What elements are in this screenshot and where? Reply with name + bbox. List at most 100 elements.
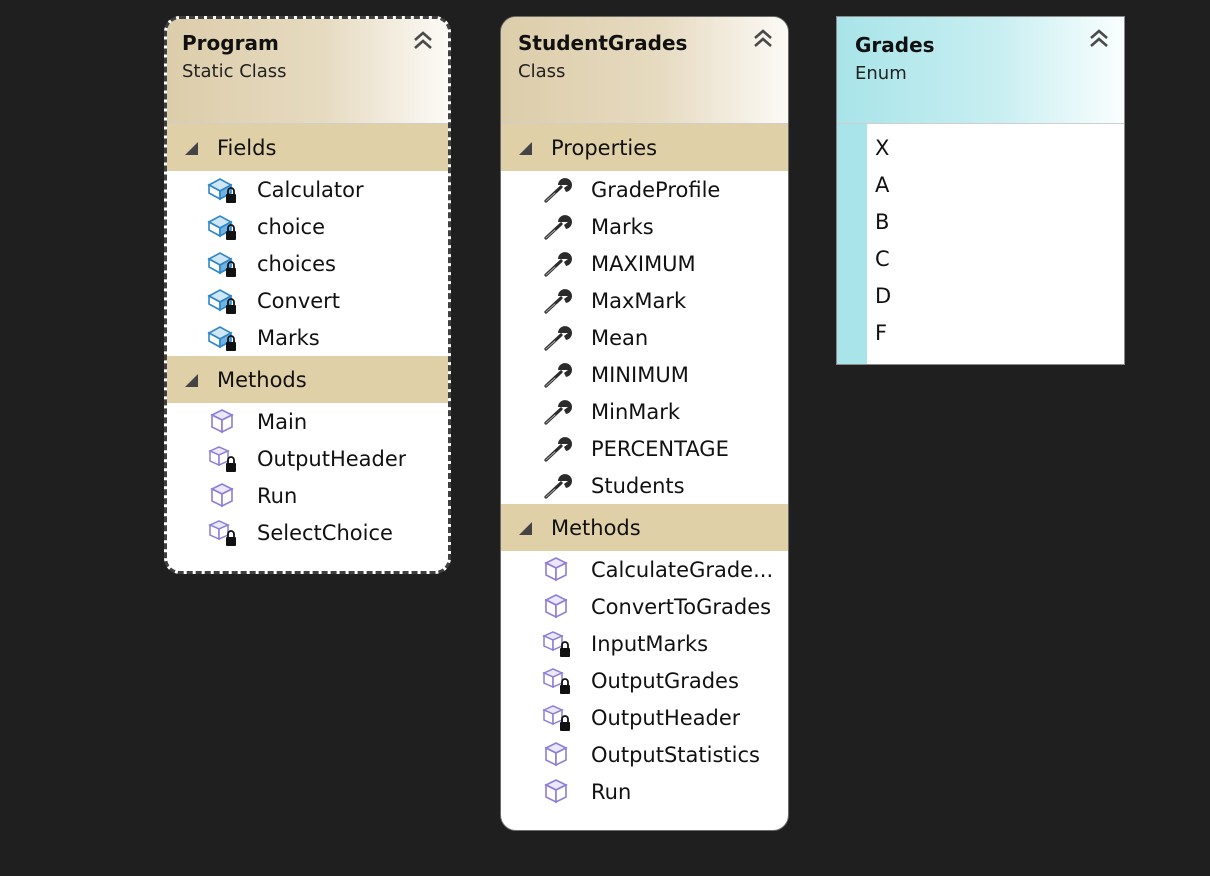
field-row[interactable]: Calculator xyxy=(167,171,448,208)
property-row[interactable]: Students xyxy=(501,467,788,504)
field-label: Convert xyxy=(257,288,341,313)
section-label: Methods xyxy=(551,515,641,540)
method-row[interactable]: ConvertToGrades xyxy=(501,588,788,625)
property-row[interactable]: Mean xyxy=(501,319,788,356)
enum-value[interactable]: A xyxy=(875,167,891,204)
enum-value[interactable]: B xyxy=(875,204,891,241)
method-row[interactable]: InputMarks xyxy=(501,625,788,662)
property-label: MaxMark xyxy=(591,288,687,313)
property-row[interactable]: GradeProfile xyxy=(501,171,788,208)
field-label: choice xyxy=(257,214,326,239)
studentgrades-subtitle: Class xyxy=(518,61,566,82)
program-subtitle: Static Class xyxy=(182,61,287,82)
method-row[interactable]: Run xyxy=(501,773,788,810)
field-label: Marks xyxy=(257,325,320,350)
program-class-shape[interactable]: Program Static Class Fields Calculator c… xyxy=(164,16,451,574)
wrench-property-icon xyxy=(541,434,575,464)
method-label: Main xyxy=(257,409,308,434)
property-row[interactable]: MinMark xyxy=(501,393,788,430)
public-method-icon xyxy=(541,592,575,622)
wrench-property-icon xyxy=(541,249,575,279)
method-label: Run xyxy=(591,779,632,804)
program-methods-section[interactable]: Methods xyxy=(167,356,448,403)
method-row[interactable]: Run xyxy=(167,477,448,514)
studentgrades-class-shape[interactable]: StudentGrades Class Properties GradeProf… xyxy=(500,16,789,831)
wrench-property-icon xyxy=(541,323,575,353)
method-label: OutputHeader xyxy=(591,705,741,730)
enum-values-list: X A B C D F xyxy=(837,124,1124,364)
enum-value[interactable]: D xyxy=(875,278,891,315)
property-row[interactable]: Marks xyxy=(501,208,788,245)
method-label: InputMarks xyxy=(591,631,709,656)
field-row[interactable]: Convert xyxy=(167,282,448,319)
wrench-property-icon xyxy=(541,286,575,316)
enum-value[interactable]: C xyxy=(875,241,891,278)
method-row[interactable]: OutputHeader xyxy=(167,440,448,477)
method-label: OutputHeader xyxy=(257,446,407,471)
private-method-icon xyxy=(541,703,575,733)
method-row[interactable]: SelectChoice xyxy=(167,514,448,551)
method-label: Run xyxy=(257,483,298,508)
studentgrades-title: StudentGrades xyxy=(518,31,688,55)
program-title: Program xyxy=(182,31,279,55)
studentgrades-properties-section[interactable]: Properties xyxy=(501,124,788,171)
field-label: Calculator xyxy=(257,177,364,202)
property-row[interactable]: MINIMUM xyxy=(501,356,788,393)
wrench-property-icon xyxy=(541,175,575,205)
wrench-property-icon xyxy=(541,360,575,390)
expand-triangle-icon[interactable] xyxy=(181,138,201,158)
method-row[interactable]: OutputHeader xyxy=(501,699,788,736)
property-label: MAXIMUM xyxy=(591,251,696,276)
grades-title: Grades xyxy=(855,33,935,57)
grades-subtitle: Enum xyxy=(855,63,907,84)
property-label: MinMark xyxy=(591,399,681,424)
property-row[interactable]: PERCENTAGE xyxy=(501,430,788,467)
field-row[interactable]: choices xyxy=(167,245,448,282)
collapse-chevron-icon[interactable] xyxy=(752,27,774,51)
property-label: Mean xyxy=(591,325,649,350)
enum-value[interactable]: X xyxy=(875,130,891,167)
field-row[interactable]: Marks xyxy=(167,319,448,356)
section-label: Fields xyxy=(217,135,277,160)
program-fields-section[interactable]: Fields xyxy=(167,124,448,171)
enum-side-strip xyxy=(837,124,867,364)
public-method-icon xyxy=(541,740,575,770)
method-row[interactable]: OutputStatistics xyxy=(501,736,788,773)
public-method-icon xyxy=(541,777,575,807)
private-field-icon xyxy=(207,323,241,353)
private-method-icon xyxy=(207,444,241,474)
expand-triangle-icon[interactable] xyxy=(515,138,535,158)
property-label: Marks xyxy=(591,214,654,239)
enum-value[interactable]: F xyxy=(875,315,891,352)
method-row[interactable]: CalculateGrade... xyxy=(501,551,788,588)
property-label: Students xyxy=(591,473,685,498)
collapse-chevron-icon[interactable] xyxy=(412,29,434,53)
private-field-icon xyxy=(207,286,241,316)
expand-triangle-icon[interactable] xyxy=(181,370,201,390)
program-header[interactable]: Program Static Class xyxy=(167,19,448,124)
property-label: MINIMUM xyxy=(591,362,689,387)
field-row[interactable]: choice xyxy=(167,208,448,245)
wrench-property-icon xyxy=(541,212,575,242)
grades-header[interactable]: Grades Enum xyxy=(837,17,1124,124)
property-row[interactable]: MAXIMUM xyxy=(501,245,788,282)
property-label: GradeProfile xyxy=(591,177,721,202)
method-row[interactable]: Main xyxy=(167,403,448,440)
property-row[interactable]: MaxMark xyxy=(501,282,788,319)
expand-triangle-icon[interactable] xyxy=(515,518,535,538)
method-label: CalculateGrade... xyxy=(591,557,774,582)
method-label: OutputGrades xyxy=(591,668,739,693)
section-label: Properties xyxy=(551,135,658,160)
studentgrades-header[interactable]: StudentGrades Class xyxy=(501,17,788,124)
public-method-icon xyxy=(207,407,241,437)
method-label: SelectChoice xyxy=(257,520,393,545)
collapse-chevron-icon[interactable] xyxy=(1088,27,1110,51)
private-method-icon xyxy=(207,518,241,548)
studentgrades-methods-section[interactable]: Methods xyxy=(501,504,788,551)
wrench-property-icon xyxy=(541,471,575,501)
method-label: OutputStatistics xyxy=(591,742,760,767)
method-row[interactable]: OutputGrades xyxy=(501,662,788,699)
method-label: ConvertToGrades xyxy=(591,594,772,619)
wrench-property-icon xyxy=(541,397,575,427)
grades-enum-shape[interactable]: Grades Enum X A B C D F xyxy=(836,16,1125,365)
